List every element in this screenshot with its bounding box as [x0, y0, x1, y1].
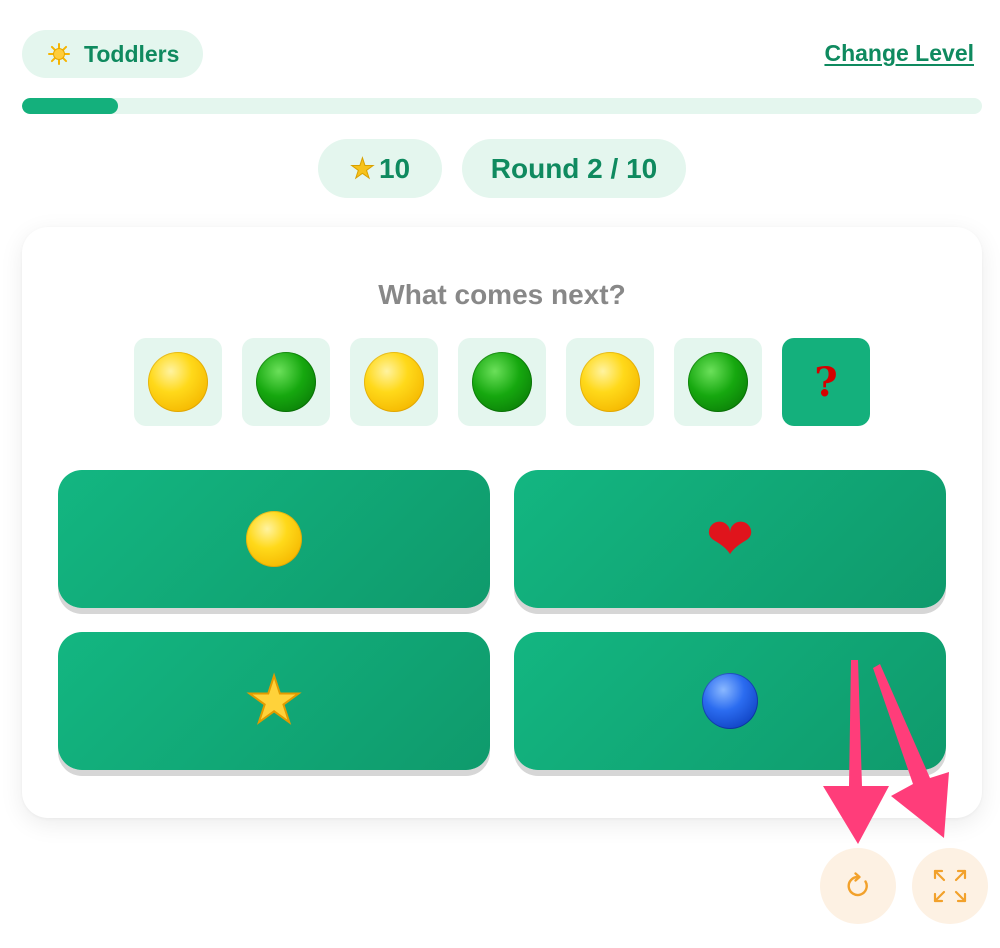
- score-value: 10: [378, 152, 411, 184]
- yellow-circle-icon: [148, 352, 208, 412]
- fullscreen-icon: [933, 869, 967, 903]
- answer-option-star[interactable]: ★: [58, 632, 490, 770]
- yellow-circle-icon: [580, 352, 640, 412]
- restart-icon: [847, 872, 868, 897]
- fullscreen-button[interactable]: [912, 848, 988, 924]
- yellow-circle-icon: [246, 511, 302, 567]
- answer-option-yellow-circle[interactable]: [58, 470, 490, 608]
- sequence-tile-unknown: ?: [782, 338, 870, 426]
- progress-fill: [22, 98, 118, 114]
- sequence-tile-4: [458, 338, 546, 426]
- yellow-circle-icon: [364, 352, 424, 412]
- level-label: Toddlers: [84, 40, 180, 67]
- answer-option-blue-circle[interactable]: [514, 632, 946, 770]
- restart-button[interactable]: [820, 848, 896, 924]
- star-icon: ★: [244, 664, 303, 738]
- green-circle-icon: [688, 352, 748, 412]
- green-circle-icon: [472, 352, 532, 412]
- game-page: Toddlers Change Level ★ 10 Round 2 / 10 …: [0, 0, 1000, 948]
- sequence-tile-1: [134, 338, 222, 426]
- star-icon: ★: [349, 152, 375, 184]
- sun-icon: [48, 43, 70, 65]
- green-circle-icon: [256, 352, 316, 412]
- question-prompt: What comes next?: [378, 279, 626, 310]
- red-heart-icon: ❤: [705, 505, 755, 573]
- progress-bar: [22, 98, 982, 114]
- level-badge: Toddlers: [22, 30, 204, 78]
- question-mark: ?: [814, 358, 838, 406]
- sequence-tile-5: [566, 338, 654, 426]
- round-label: Round 2 / 10: [490, 152, 658, 184]
- answer-option-red-heart[interactable]: ❤: [514, 470, 946, 608]
- score-badge: ★ 10: [318, 139, 442, 198]
- sequence-tile-6: [674, 338, 762, 426]
- blue-circle-icon: [702, 673, 758, 729]
- change-level-link[interactable]: Change Level: [824, 40, 974, 67]
- sequence-tile-3: [350, 338, 438, 426]
- sequence-tile-2: [242, 338, 330, 426]
- round-badge: Round 2 / 10: [462, 139, 686, 198]
- question-card: What comes next? ? ❤ ★: [22, 227, 982, 818]
